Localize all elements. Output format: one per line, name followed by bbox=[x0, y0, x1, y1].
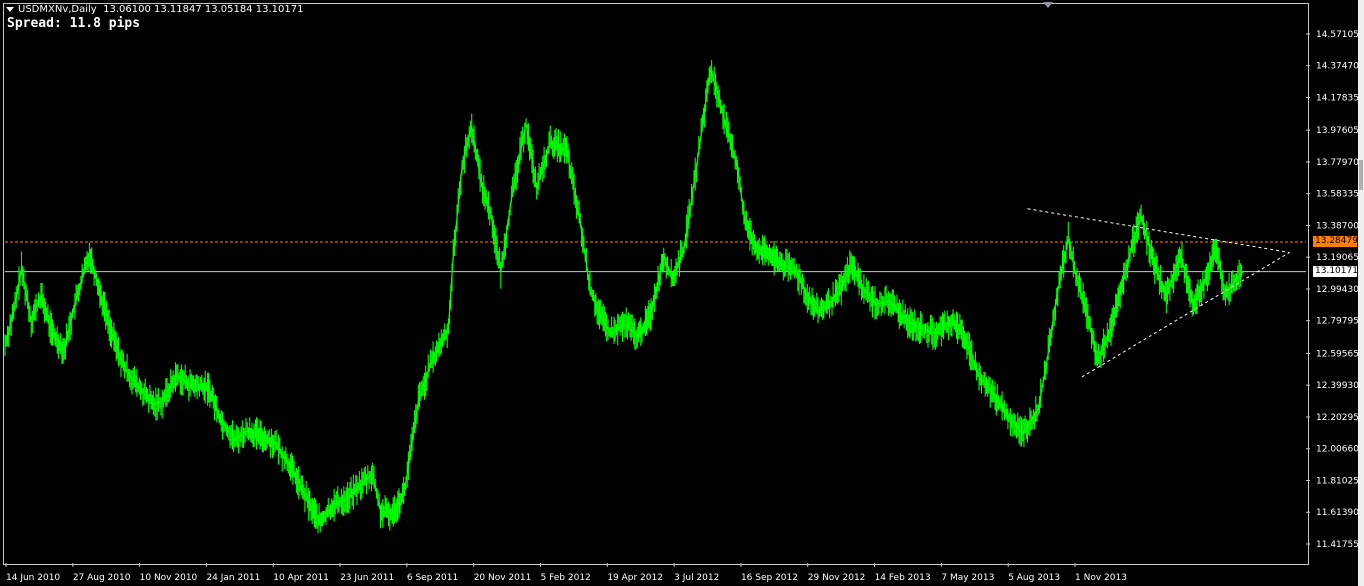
x-tick-label: 29 Nov 2012 bbox=[808, 573, 866, 583]
ohlc-values: 13.06100 13.11847 13.05184 13.10171 bbox=[103, 4, 304, 15]
x-tick-label: 6 Sep 2011 bbox=[407, 573, 458, 583]
dropdown-triangle-icon[interactable] bbox=[6, 6, 14, 12]
spread-label: Spread: 11.8 pips bbox=[7, 16, 141, 31]
y-tick-label: 13.38700 bbox=[1316, 221, 1359, 231]
x-tick-label: 14 Feb 2013 bbox=[875, 573, 931, 583]
y-tick-label: 12.59565 bbox=[1316, 349, 1359, 359]
y-tick-label: 11.81025 bbox=[1316, 476, 1359, 486]
x-tick-label: 5 Aug 2013 bbox=[1008, 573, 1060, 583]
y-tick-label: 12.39930 bbox=[1316, 381, 1359, 391]
chart-title: USDMXNv,Daily 13.06100 13.11847 13.05184… bbox=[6, 4, 304, 15]
y-tick-label: 14.57105 bbox=[1316, 30, 1359, 40]
scrollbar[interactable] bbox=[1358, 0, 1364, 586]
price-chart: 14.57105 14.37470 14.17835 13.97605 13.77970… bbox=[4, 30, 1359, 583]
scrollbar-thumb[interactable] bbox=[1359, 160, 1363, 190]
y-tick-label: 12.99430 bbox=[1316, 285, 1359, 295]
y-tick-label: 14.17835 bbox=[1316, 93, 1359, 103]
y-tick-label: 13.19065 bbox=[1316, 253, 1359, 263]
x-tick-label: 27 Aug 2010 bbox=[73, 573, 131, 583]
x-tick-label: 19 Apr 2012 bbox=[607, 573, 663, 583]
y-tick-label: 12.20295 bbox=[1316, 413, 1359, 423]
x-tick-label: 1 Nov 2013 bbox=[1075, 573, 1127, 583]
x-tick-label: 10 Apr 2011 bbox=[273, 573, 329, 583]
orange-price-tag: 13.28479 bbox=[1313, 235, 1358, 247]
y-tick-label: 12.00660 bbox=[1316, 445, 1359, 455]
y-tick-label: 13.58335 bbox=[1316, 190, 1359, 200]
y-tick-label: 12.79795 bbox=[1316, 317, 1359, 327]
x-tick-label: 7 May 2013 bbox=[941, 573, 994, 583]
y-tick-label: 11.61390 bbox=[1316, 508, 1359, 518]
y-tick-label: 11.41755 bbox=[1316, 540, 1359, 550]
x-tick-label: 5 Feb 2012 bbox=[541, 573, 591, 583]
y-tick-label: 13.77970 bbox=[1316, 158, 1359, 168]
chart-shift-marker-icon[interactable] bbox=[1043, 2, 1053, 8]
y-tick-label: 14.37470 bbox=[1316, 62, 1359, 72]
x-tick-label: 24 Jan 2011 bbox=[206, 573, 260, 583]
x-tick-label: 14 Jun 2010 bbox=[6, 573, 60, 583]
y-tick-label: 13.97605 bbox=[1316, 126, 1359, 136]
x-tick-label: 10 Nov 2010 bbox=[140, 573, 198, 583]
x-tick-label: 16 Sep 2012 bbox=[741, 573, 798, 583]
current-price-tag: 13.10171 bbox=[1313, 265, 1358, 277]
symbol-label: USDMXNv,Daily bbox=[18, 4, 97, 15]
x-tick-label: 3 Jul 2012 bbox=[674, 573, 719, 583]
price-series-line bbox=[4, 69, 1244, 524]
x-tick-label: 20 Nov 2011 bbox=[474, 573, 532, 583]
x-tick-label: 23 Jun 2011 bbox=[340, 573, 394, 583]
